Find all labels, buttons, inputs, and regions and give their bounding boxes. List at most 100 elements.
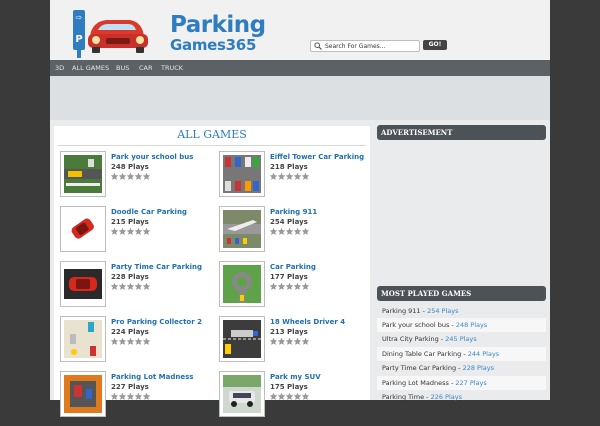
star-icon — [285, 282, 294, 290]
star-icon — [134, 392, 143, 400]
star-icon — [134, 337, 143, 345]
star-icon — [134, 172, 143, 180]
site-header: ⇨ P Parking Games365 GO! — [50, 0, 550, 60]
game-card[interactable]: Park your school bus 248 Plays — [60, 151, 215, 206]
rating-stars — [269, 282, 310, 290]
star-icon — [277, 172, 286, 180]
game-title[interactable]: Parking 911 — [270, 208, 317, 216]
game-plays: 254 Plays — [270, 218, 308, 226]
star-icon — [142, 227, 151, 235]
rating-stars — [269, 172, 310, 180]
star-icon — [118, 172, 127, 180]
list-item[interactable]: Parking 911 - 254 Plays — [377, 304, 546, 318]
game-thumbnail[interactable] — [219, 206, 265, 252]
star-icon — [301, 392, 310, 400]
search-box[interactable] — [310, 40, 420, 52]
search-icon — [314, 42, 322, 50]
game-title[interactable]: Park your school bus — [111, 153, 193, 161]
game-title[interactable]: Pro Parking Collector 2 — [111, 318, 202, 326]
site-logo[interactable]: ⇨ P Parking Games365 — [72, 6, 266, 58]
lot-madness-thumb-icon — [64, 375, 102, 413]
nav-item-car[interactable]: CAR — [139, 64, 153, 72]
star-icon — [277, 227, 286, 235]
game-thumbnail[interactable] — [60, 371, 106, 417]
most-played-count: 244 Plays — [467, 350, 500, 358]
game-thumbnail[interactable] — [219, 371, 265, 417]
game-card[interactable]: Pro Parking Collector 2 224 Plays — [60, 316, 215, 371]
game-title[interactable]: Parking Lot Madness — [111, 373, 193, 381]
star-icon — [126, 227, 135, 235]
rating-stars — [110, 282, 151, 290]
truck-thumb-icon — [223, 320, 261, 358]
game-card[interactable]: Car Parking 177 Plays — [219, 261, 374, 316]
game-card[interactable]: Parking Lot Madness 227 Plays — [60, 371, 215, 426]
logo-text-parking: Parking — [170, 12, 266, 38]
game-thumbnail[interactable] — [60, 261, 106, 307]
nav-item-truck[interactable]: TRUCK — [161, 64, 183, 72]
game-card[interactable]: Doodle Car Parking 215 Plays — [60, 206, 215, 261]
divider — [58, 145, 366, 146]
roundabout-thumb-icon — [223, 265, 261, 303]
game-title[interactable]: Eiffel Tower Car Parking — [270, 153, 364, 161]
rating-stars — [110, 172, 151, 180]
collector-thumb-icon — [64, 320, 102, 358]
most-played-count: 254 Plays — [427, 307, 459, 315]
sidebar-ad-slot — [377, 143, 546, 283]
game-thumbnail[interactable] — [60, 206, 106, 252]
game-title[interactable]: Car Parking — [270, 263, 316, 271]
star-icon — [126, 172, 135, 180]
most-played-name[interactable]: Parking 911 — [382, 307, 421, 315]
list-item[interactable]: Parking Lot Madness - 227 Plays — [377, 376, 546, 390]
red-sports-car-thumb-icon — [64, 265, 102, 303]
search-go-button[interactable]: GO! — [423, 40, 447, 50]
game-card[interactable]: Eiffel Tower Car Parking 218 Plays — [219, 151, 374, 206]
svg-text:P: P — [75, 34, 82, 45]
game-thumbnail[interactable] — [60, 316, 106, 362]
page-container: ⇨ P Parking Games365 GO! — [50, 0, 550, 417]
game-card[interactable]: Park my SUV 175 Plays — [219, 371, 374, 426]
most-played-name[interactable]: Park your school bus — [382, 321, 449, 329]
list-item[interactable]: Party Time Car Parking - 228 Plays — [377, 361, 546, 375]
list-item[interactable]: Parking Time - 226 Plays — [377, 390, 546, 404]
star-icon — [277, 282, 286, 290]
nav-item-all-games[interactable]: ALL GAMES — [72, 64, 109, 72]
most-played-name[interactable]: Ultra City Parking — [382, 335, 439, 343]
most-played-name[interactable]: Dining Table Car Parking — [382, 350, 461, 358]
star-icon — [110, 392, 119, 400]
rating-stars — [110, 337, 151, 345]
list-item[interactable]: Ultra City Parking - 245 Plays — [377, 332, 546, 346]
game-thumbnail[interactable] — [219, 261, 265, 307]
game-thumbnail[interactable] — [219, 316, 265, 362]
star-icon — [301, 227, 310, 235]
star-icon — [285, 172, 294, 180]
star-icon — [118, 392, 127, 400]
star-icon — [301, 337, 310, 345]
rating-stars — [269, 227, 310, 235]
game-card[interactable]: 18 Wheels Driver 4 213 Plays — [219, 316, 374, 371]
game-title[interactable]: Doodle Car Parking — [111, 208, 187, 216]
star-icon — [285, 392, 294, 400]
most-played-name[interactable]: Parking Lot Madness — [382, 379, 449, 387]
rating-stars — [269, 392, 310, 400]
game-title[interactable]: Park my SUV — [270, 373, 321, 381]
most-played-name[interactable]: Party Time Car Parking — [382, 364, 456, 372]
nav-item-3d[interactable]: 3D — [55, 64, 64, 72]
star-icon — [293, 172, 302, 180]
sidebar: ADVERTISEMENT MOST PLAYED GAMES Parking … — [377, 125, 546, 401]
game-plays: 227 Plays — [111, 383, 149, 391]
all-games-panel: ALL GAMES Park your school bus 248 Plays — [54, 126, 370, 417]
star-icon — [142, 337, 151, 345]
game-title[interactable]: Party Time Car Parking — [111, 263, 202, 271]
search-input[interactable] — [325, 41, 415, 51]
game-card[interactable]: Parking 911 254 Plays — [219, 206, 374, 261]
game-title[interactable]: 18 Wheels Driver 4 — [270, 318, 345, 326]
most-played-count: 248 Plays — [455, 321, 488, 329]
list-item[interactable]: Dining Table Car Parking - 244 Plays — [377, 347, 546, 361]
all-games-title: ALL GAMES — [177, 128, 247, 141]
list-item[interactable]: Park your school bus - 248 Plays — [377, 318, 546, 332]
game-thumbnail[interactable] — [219, 151, 265, 197]
game-thumbnail[interactable] — [60, 151, 106, 197]
star-icon — [126, 337, 135, 345]
nav-item-bus[interactable]: BUS — [116, 64, 129, 72]
game-card[interactable]: Party Time Car Parking 228 Plays — [60, 261, 215, 316]
